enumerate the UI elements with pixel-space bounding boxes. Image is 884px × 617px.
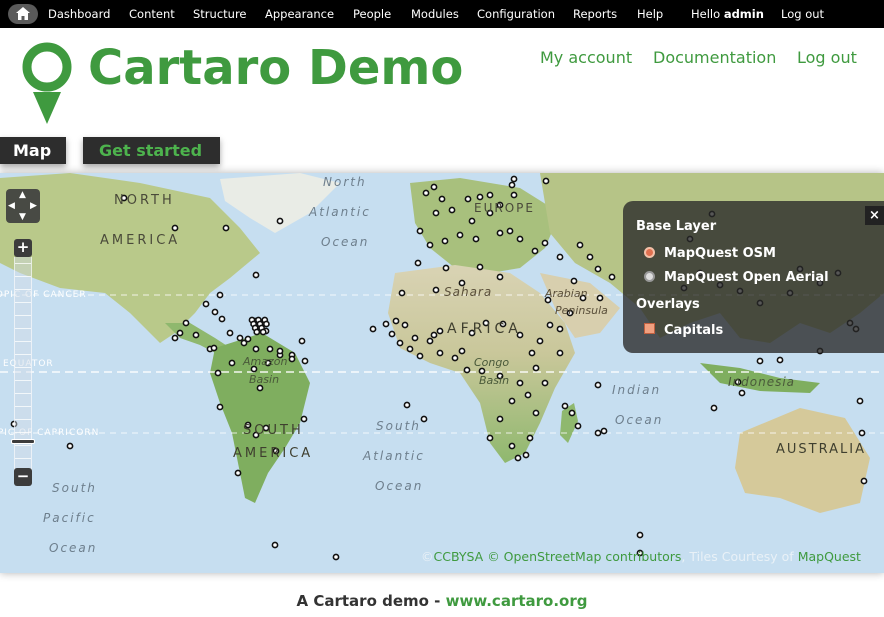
attribution-mapquest-link[interactable]: MapQuest (798, 549, 861, 564)
label-australia: AUSTRALIA (776, 442, 866, 457)
pan-left-icon[interactable]: ◀ (8, 202, 15, 211)
layer-mapquest-osm[interactable]: MapQuest OSM (664, 246, 776, 261)
toolbar-appearance[interactable]: Appearance (265, 7, 334, 21)
zoom-tick (15, 289, 31, 290)
toolbar-configuration[interactable]: Configuration (477, 7, 555, 21)
pan-control[interactable]: ▲ ◀ ▶ ▼ (6, 189, 40, 223)
zoom-tick (15, 302, 31, 303)
map-viewport[interactable]: NORTH AMERICA North Atlantic Ocean EUROP… (0, 173, 884, 573)
zoom-tick (15, 263, 31, 264)
toolbar-modules[interactable]: Modules (411, 7, 459, 21)
label-congo-1: Congo (474, 356, 510, 369)
zoom-tick (15, 341, 31, 342)
zoom-tick (15, 328, 31, 329)
admin-toolbar: Dashboard Content Structure Appearance P… (0, 0, 884, 28)
radio-mapquest-osm[interactable] (644, 247, 655, 258)
label-south: SOUTH (243, 423, 304, 438)
label-congo-2: Basin (479, 374, 510, 387)
map-pin-icon[interactable] (22, 42, 72, 126)
zoom-tick (15, 380, 31, 381)
label-south-atl-2: Atlantic (363, 449, 425, 463)
zoom-tick (15, 354, 31, 355)
attribution-copy: © (421, 549, 434, 564)
label-tropic-cancer: TROPIC OF CANCER (0, 290, 87, 300)
zoom-tick (15, 419, 31, 420)
zoom-out-button[interactable]: − (14, 468, 32, 486)
label-north-atl-3: Ocean (321, 235, 370, 249)
label-arabian-2: Peninsula (555, 304, 608, 317)
hello-text: Hello (691, 7, 721, 21)
label-north-atl-2: Atlantic (309, 205, 371, 219)
overlays-title: Overlays (636, 297, 700, 312)
label-north: NORTH (114, 193, 175, 208)
zoom-tick (15, 315, 31, 316)
home-icon (16, 7, 30, 20)
label-south-pac-1: South (52, 481, 97, 495)
footer-text: A Cartaro demo - (296, 592, 441, 610)
attribution-osm-link[interactable]: © OpenStreetMap contributors (487, 549, 681, 564)
zoom-tick (15, 432, 31, 433)
label-indian-2: Ocean (615, 413, 664, 427)
zoom-tick (15, 367, 31, 368)
label-sahara: Sahara (444, 285, 493, 299)
pan-right-icon[interactable]: ▶ (30, 202, 37, 211)
documentation-link[interactable]: Documentation (653, 48, 776, 67)
toolbar-logout[interactable]: Log out (781, 7, 824, 21)
pan-down-icon[interactable]: ▼ (19, 213, 26, 222)
zoom-tick (15, 276, 31, 277)
map-attribution: ©CCBYSA © OpenStreetMap contributors, Ti… (421, 549, 861, 564)
toolbar-structure[interactable]: Structure (193, 7, 247, 21)
zoom-slider-thumb[interactable] (11, 439, 35, 444)
label-north-atl-1: North (323, 175, 367, 189)
label-amazon-1: Amazon (243, 355, 288, 368)
layer-capitals[interactable]: Capitals (664, 323, 723, 338)
attribution-license-link[interactable]: CCBYSA (434, 549, 484, 564)
my-account-link[interactable]: My account (540, 48, 632, 67)
zoom-tick (15, 393, 31, 394)
site-name[interactable]: Cartaro Demo (88, 40, 463, 96)
label-amazon-2: Basin (249, 373, 280, 386)
label-america-n: AMERICA (100, 233, 181, 248)
label-africa: AFRICA (447, 321, 522, 337)
toolbar-home-button[interactable] (8, 4, 38, 24)
layer-switcher-close-button[interactable]: × (865, 206, 884, 225)
label-south-pac-2: Pacific (43, 511, 96, 525)
logout-link[interactable]: Log out (797, 48, 857, 67)
zoom-tick (15, 406, 31, 407)
label-america-s: AMERICA (233, 446, 314, 461)
label-south-atl-1: South (376, 419, 421, 433)
label-indonesia: Indonesia (728, 375, 796, 389)
base-layer-title: Base Layer (636, 219, 717, 234)
zoom-tick (15, 458, 31, 459)
footer-link[interactable]: www.cartaro.org (446, 592, 588, 610)
toolbar-help[interactable]: Help (637, 7, 663, 21)
tab-get-started[interactable]: Get started (83, 137, 220, 164)
zoom-in-button[interactable]: + (14, 239, 32, 257)
toolbar-hello: Hello admin (691, 7, 764, 21)
layer-switcher: Base Layer MapQuest OSM MapQuest Open Ae… (623, 201, 884, 353)
toolbar-username[interactable]: admin (724, 7, 764, 21)
pan-up-icon[interactable]: ▲ (19, 191, 26, 200)
layer-mapquest-aerial[interactable]: MapQuest Open Aerial (664, 270, 829, 285)
label-indian-1: Indian (612, 383, 662, 397)
toolbar-content[interactable]: Content (129, 7, 175, 21)
label-arabian-1: Arabian (545, 287, 588, 300)
toolbar-people[interactable]: People (353, 7, 391, 21)
toolbar-dashboard[interactable]: Dashboard (48, 7, 110, 21)
label-south-atl-3: Ocean (375, 479, 424, 493)
radio-mapquest-aerial[interactable] (644, 271, 655, 282)
checkbox-capitals[interactable] (644, 323, 655, 334)
zoom-tick (15, 445, 31, 446)
attribution-tiles: Tiles Courtesy of (689, 549, 794, 564)
tab-map[interactable]: Map (0, 137, 66, 164)
footer: A Cartaro demo - www.cartaro.org (0, 592, 884, 610)
label-south-pac-3: Ocean (49, 541, 98, 555)
label-europe: EUROPE (474, 201, 535, 215)
toolbar-reports[interactable]: Reports (573, 7, 617, 21)
